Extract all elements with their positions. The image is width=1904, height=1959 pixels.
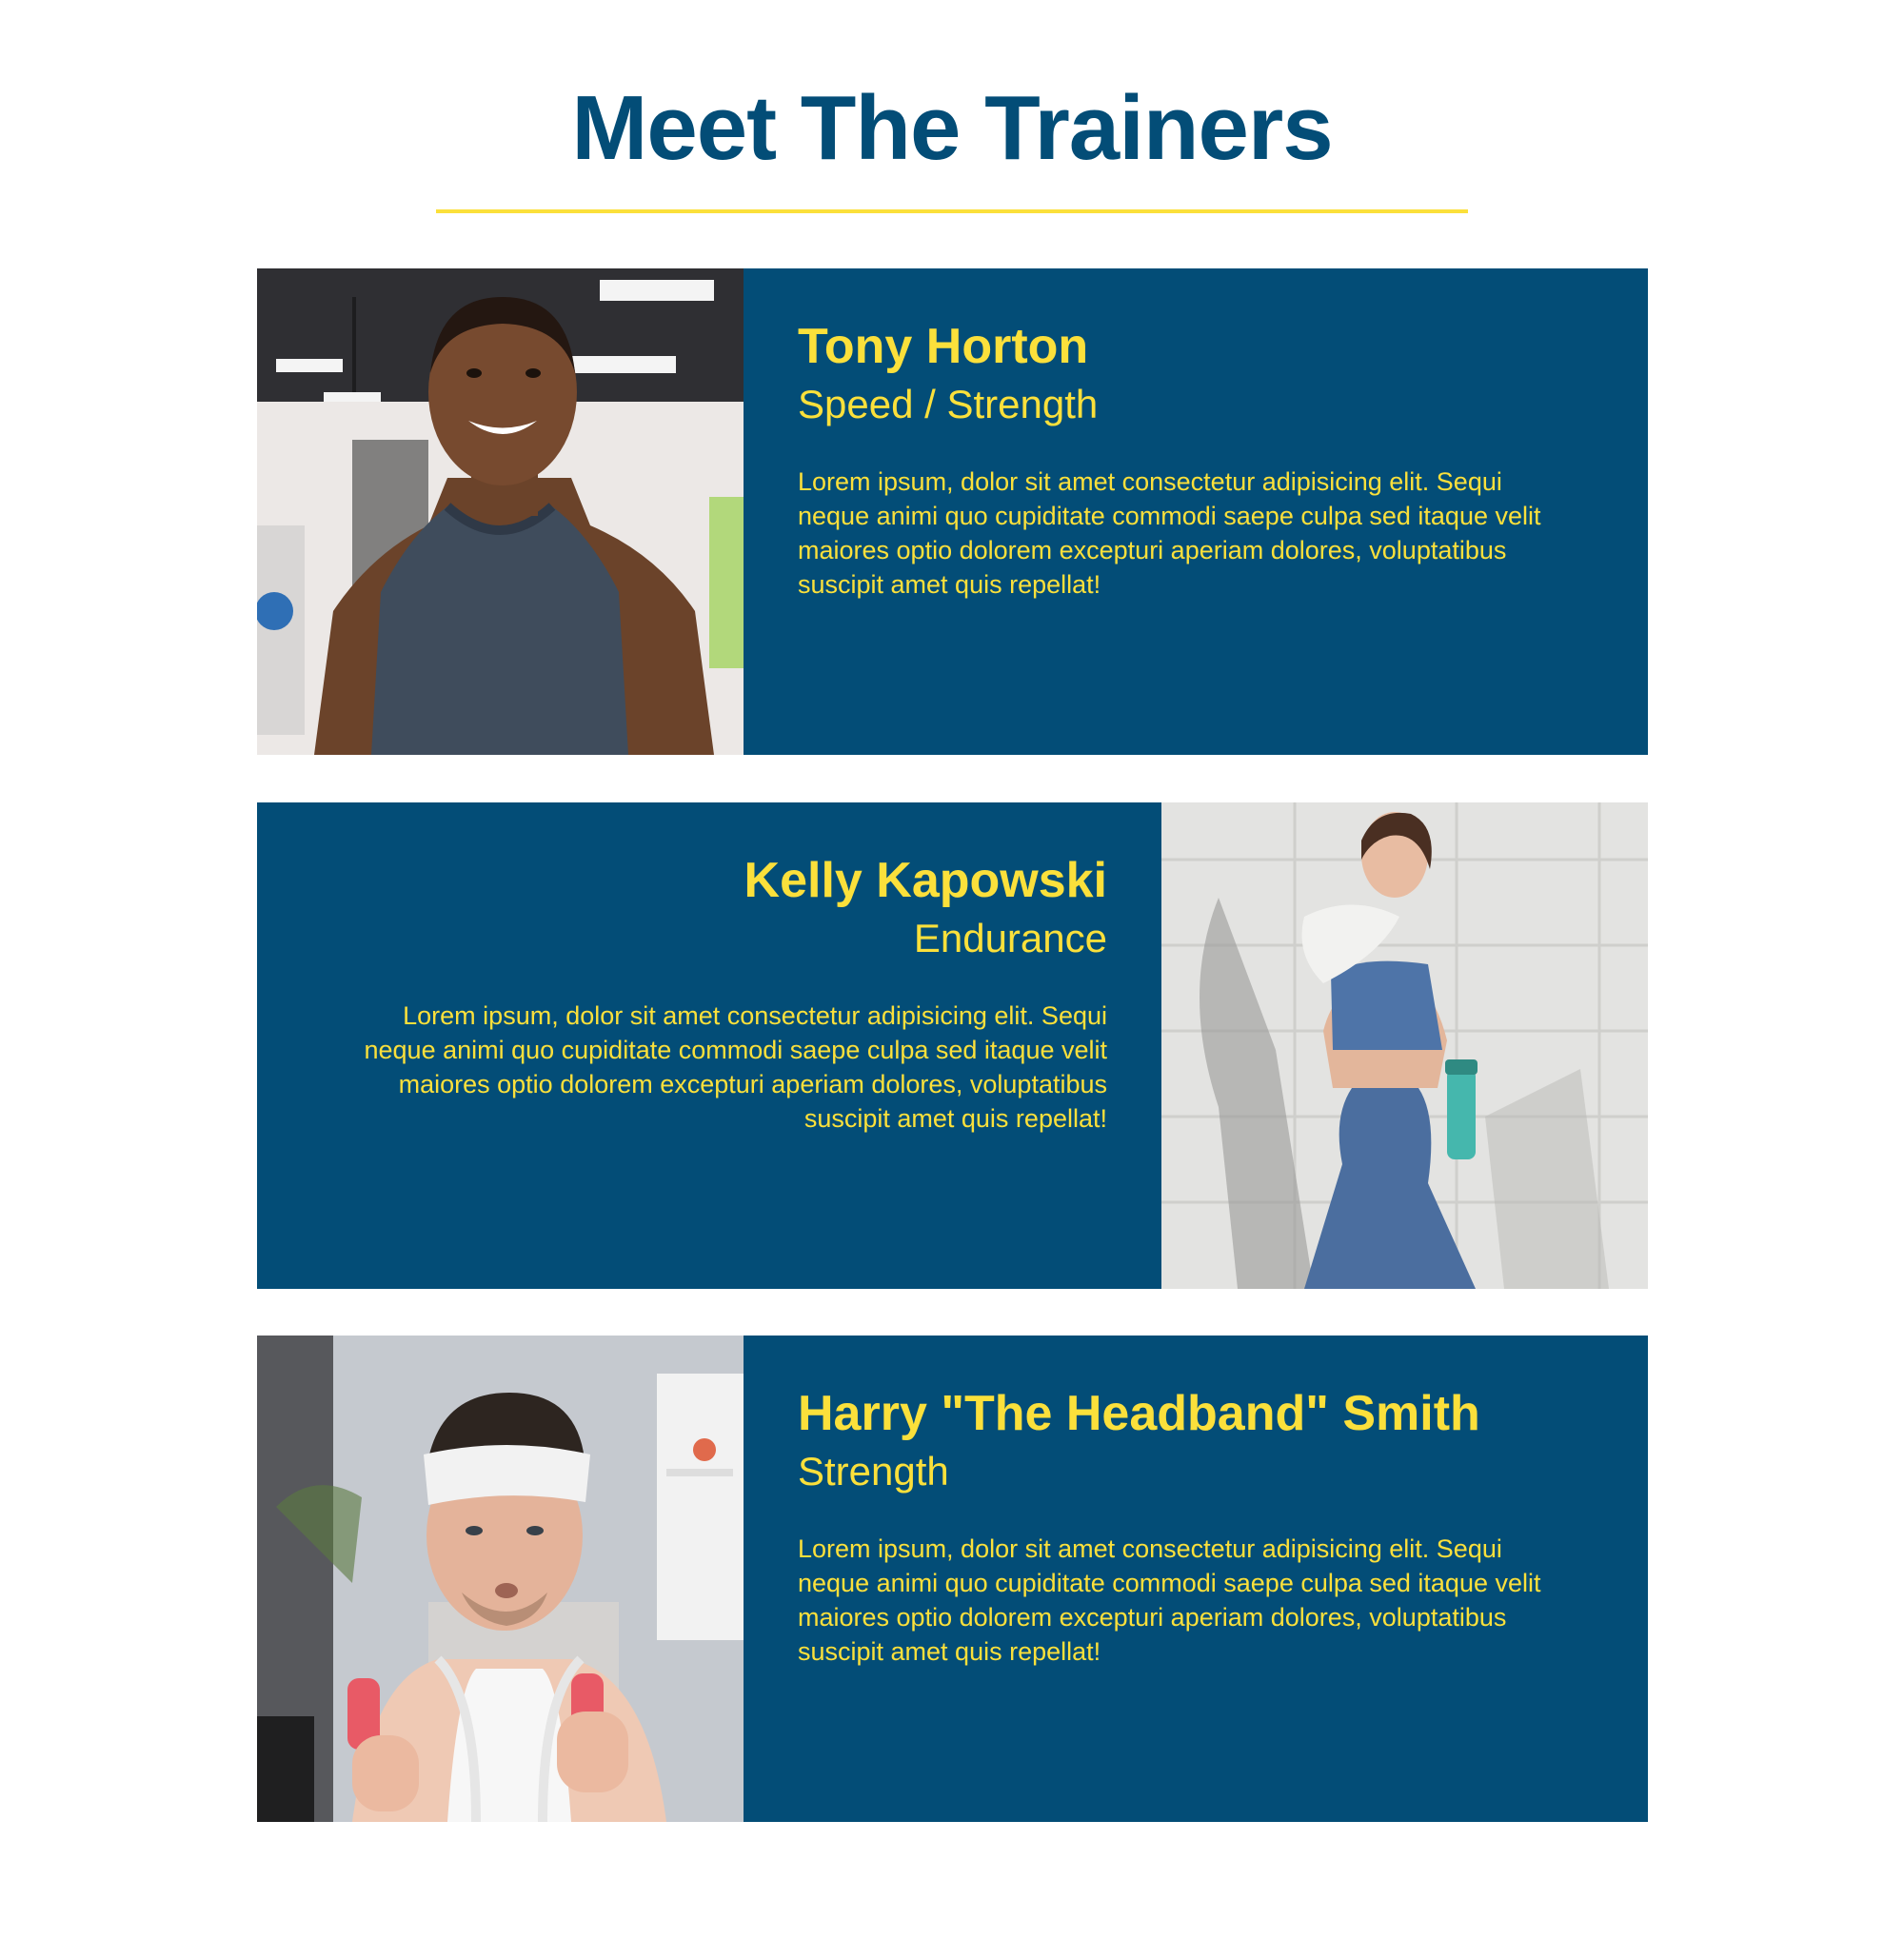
trainer-name: Harry "The Headband" Smith	[798, 1386, 1480, 1441]
trainer-info: Harry "The Headband" Smith Strength Lore…	[744, 1336, 1648, 1822]
trainer-bio: Lorem ipsum, dolor sit amet consectetur …	[798, 467, 1541, 599]
trainer-bio: Lorem ipsum, dolor sit amet consectetur …	[798, 1534, 1541, 1666]
trainer-card-harry-smith: Harry "The Headband" Smith Strength Lore…	[257, 1336, 1648, 1822]
trainer-card-tony-horton: Tony Horton Speed / Strength Lorem ipsum…	[257, 268, 1648, 755]
trainer-specialty: Speed / Strength	[798, 382, 1099, 426]
trainer-bio: Lorem ipsum, dolor sit amet consectetur …	[364, 1001, 1108, 1133]
trainer-photo-kelly-kapowski	[1161, 802, 1648, 1289]
title-underline	[436, 209, 1468, 213]
trainers-page: Meet The Trainers Tony Horton Speed / St…	[0, 0, 1904, 1959]
trainer-info: Tony Horton Speed / Strength Lorem ipsum…	[744, 268, 1648, 755]
trainer-name: Kelly Kapowski	[744, 853, 1107, 908]
trainer-specialty: Strength	[798, 1449, 949, 1494]
page-title: Meet The Trainers	[571, 77, 1333, 179]
trainer-specialty: Endurance	[913, 916, 1107, 960]
trainer-photo-harry-smith	[257, 1336, 744, 1822]
trainer-info: Kelly Kapowski Endurance Lorem ipsum, do…	[257, 802, 1161, 1289]
trainer-photo-tony-horton	[257, 268, 744, 755]
trainer-name: Tony Horton	[798, 319, 1089, 374]
trainer-card-kelly-kapowski: Kelly Kapowski Endurance Lorem ipsum, do…	[257, 802, 1648, 1289]
